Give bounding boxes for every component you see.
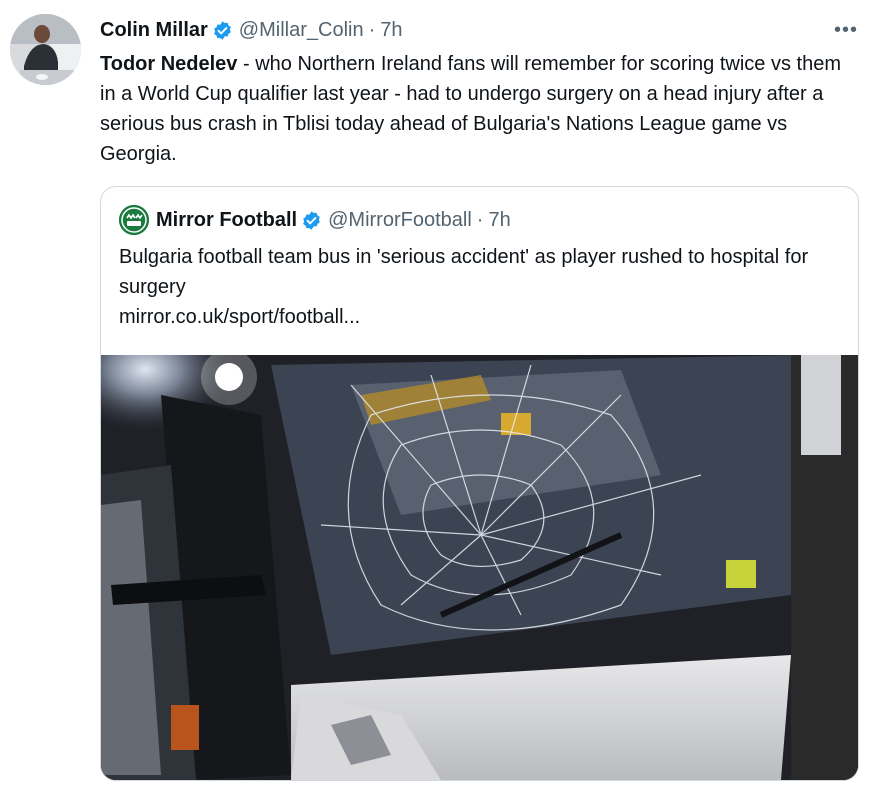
- more-options-icon[interactable]: •••: [832, 18, 860, 42]
- tweet-timestamp[interactable]: 7h: [380, 19, 402, 42]
- header-separator: ·: [368, 18, 376, 41]
- quoted-verified-badge-icon: [301, 210, 322, 231]
- tweet-body-bold: Todor Nedelev: [100, 53, 238, 75]
- author-name[interactable]: Colin Millar: [100, 19, 208, 42]
- author-avatar[interactable]: [10, 14, 81, 85]
- quoted-header-separator: ·: [476, 208, 484, 231]
- mirror-football-avatar[interactable]: [119, 205, 149, 235]
- tweet-card[interactable]: Colin Millar @Millar_Colin · 7h ••• Todo…: [0, 0, 876, 790]
- tweet-body: Todor Nedelev - who Northern Ireland fan…: [100, 49, 860, 169]
- quoted-author-name[interactable]: Mirror Football: [156, 209, 297, 232]
- tweet-header: Colin Millar @Millar_Colin · 7h: [100, 17, 403, 43]
- bus-crash-photo[interactable]: [101, 355, 858, 780]
- quoted-header: Mirror Football @MirrorFootball · 7h: [119, 205, 511, 235]
- quoted-body-text: Bulgaria football team bus in 'serious a…: [119, 246, 809, 298]
- verified-badge-icon: [212, 20, 233, 41]
- author-handle[interactable]: @Millar_Colin: [239, 19, 364, 42]
- quoted-timestamp[interactable]: 7h: [488, 209, 510, 232]
- quoted-tweet[interactable]: Mirror Football @MirrorFootball · 7h Bul…: [100, 186, 859, 781]
- quoted-author-handle[interactable]: @MirrorFootball: [328, 209, 472, 232]
- quoted-body: Bulgaria football team bus in 'serious a…: [119, 242, 839, 332]
- quoted-link[interactable]: mirror.co.uk/sport/football...: [119, 302, 839, 332]
